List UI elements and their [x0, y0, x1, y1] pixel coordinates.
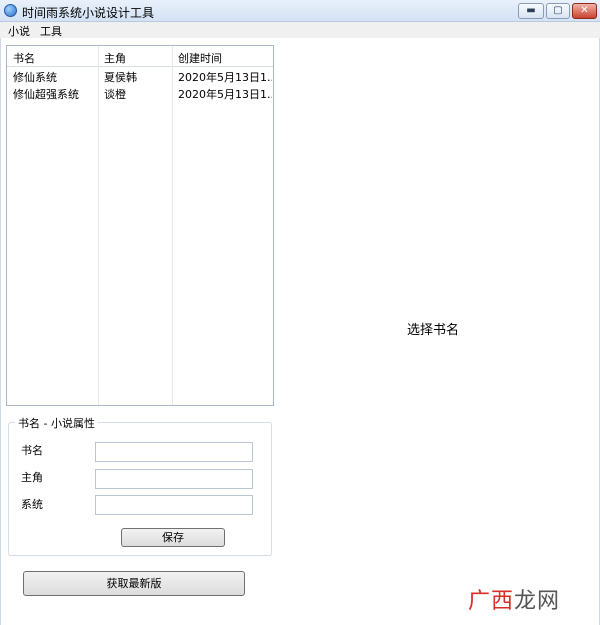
protagonist-input[interactable]: [95, 469, 253, 489]
column-header-created[interactable]: 创建时间: [178, 50, 222, 66]
novel-list[interactable]: 书名 主角 创建时间 修仙系统 夏侯韩 2020年5月13日1... 修仙超强系…: [6, 45, 274, 406]
watermark: 广西龙网: [468, 583, 560, 615]
properties-group-title: 书名 - 小说属性: [15, 415, 98, 431]
minimize-icon: ▬: [526, 5, 536, 16]
window-title: 时间雨系统小说设计工具: [22, 6, 155, 20]
maximize-button[interactable]: ▢: [546, 3, 570, 19]
system-input[interactable]: [95, 495, 253, 515]
table-row[interactable]: 修仙超强系统 谈橙 2020年5月13日1...: [7, 84, 273, 101]
column-header-protagonist[interactable]: 主角: [104, 50, 126, 66]
save-button[interactable]: 保存: [121, 528, 225, 547]
column-header-title[interactable]: 书名: [13, 50, 35, 66]
title-input[interactable]: [95, 442, 253, 462]
protagonist-field-label: 主角: [21, 471, 43, 484]
cell-protagonist: 夏侯韩: [104, 71, 137, 84]
menu-novel[interactable]: 小说: [8, 23, 30, 39]
table-row[interactable]: 修仙系统 夏侯韩 2020年5月13日1...: [7, 67, 273, 84]
menu-bar: 小说 工具: [0, 22, 600, 38]
select-book-prompt: 选择书名: [407, 323, 460, 338]
cell-created: 2020年5月13日1...: [178, 71, 272, 84]
close-icon: ✕: [580, 5, 589, 16]
cell-title: 修仙系统: [13, 71, 57, 84]
cell-created: 2020年5月13日1...: [178, 88, 272, 101]
minimize-button[interactable]: ▬: [518, 3, 544, 19]
list-header: 书名 主角 创建时间: [7, 46, 273, 67]
menu-tools[interactable]: 工具: [40, 23, 62, 39]
title-field-label: 书名: [21, 444, 43, 457]
watermark-gray-text: 龙网: [514, 589, 561, 614]
get-latest-version-button[interactable]: 获取最新版: [23, 571, 245, 596]
system-field-label: 系统: [21, 498, 43, 511]
cell-protagonist: 谈橙: [104, 88, 126, 101]
maximize-icon: ▢: [553, 5, 563, 16]
title-bar: 时间雨系统小说设计工具 ▬ ▢ ✕: [0, 0, 600, 22]
close-button[interactable]: ✕: [572, 3, 597, 19]
cell-title: 修仙超强系统: [13, 88, 79, 101]
watermark-red-text: 广西: [468, 589, 515, 614]
app-icon: [4, 4, 17, 17]
